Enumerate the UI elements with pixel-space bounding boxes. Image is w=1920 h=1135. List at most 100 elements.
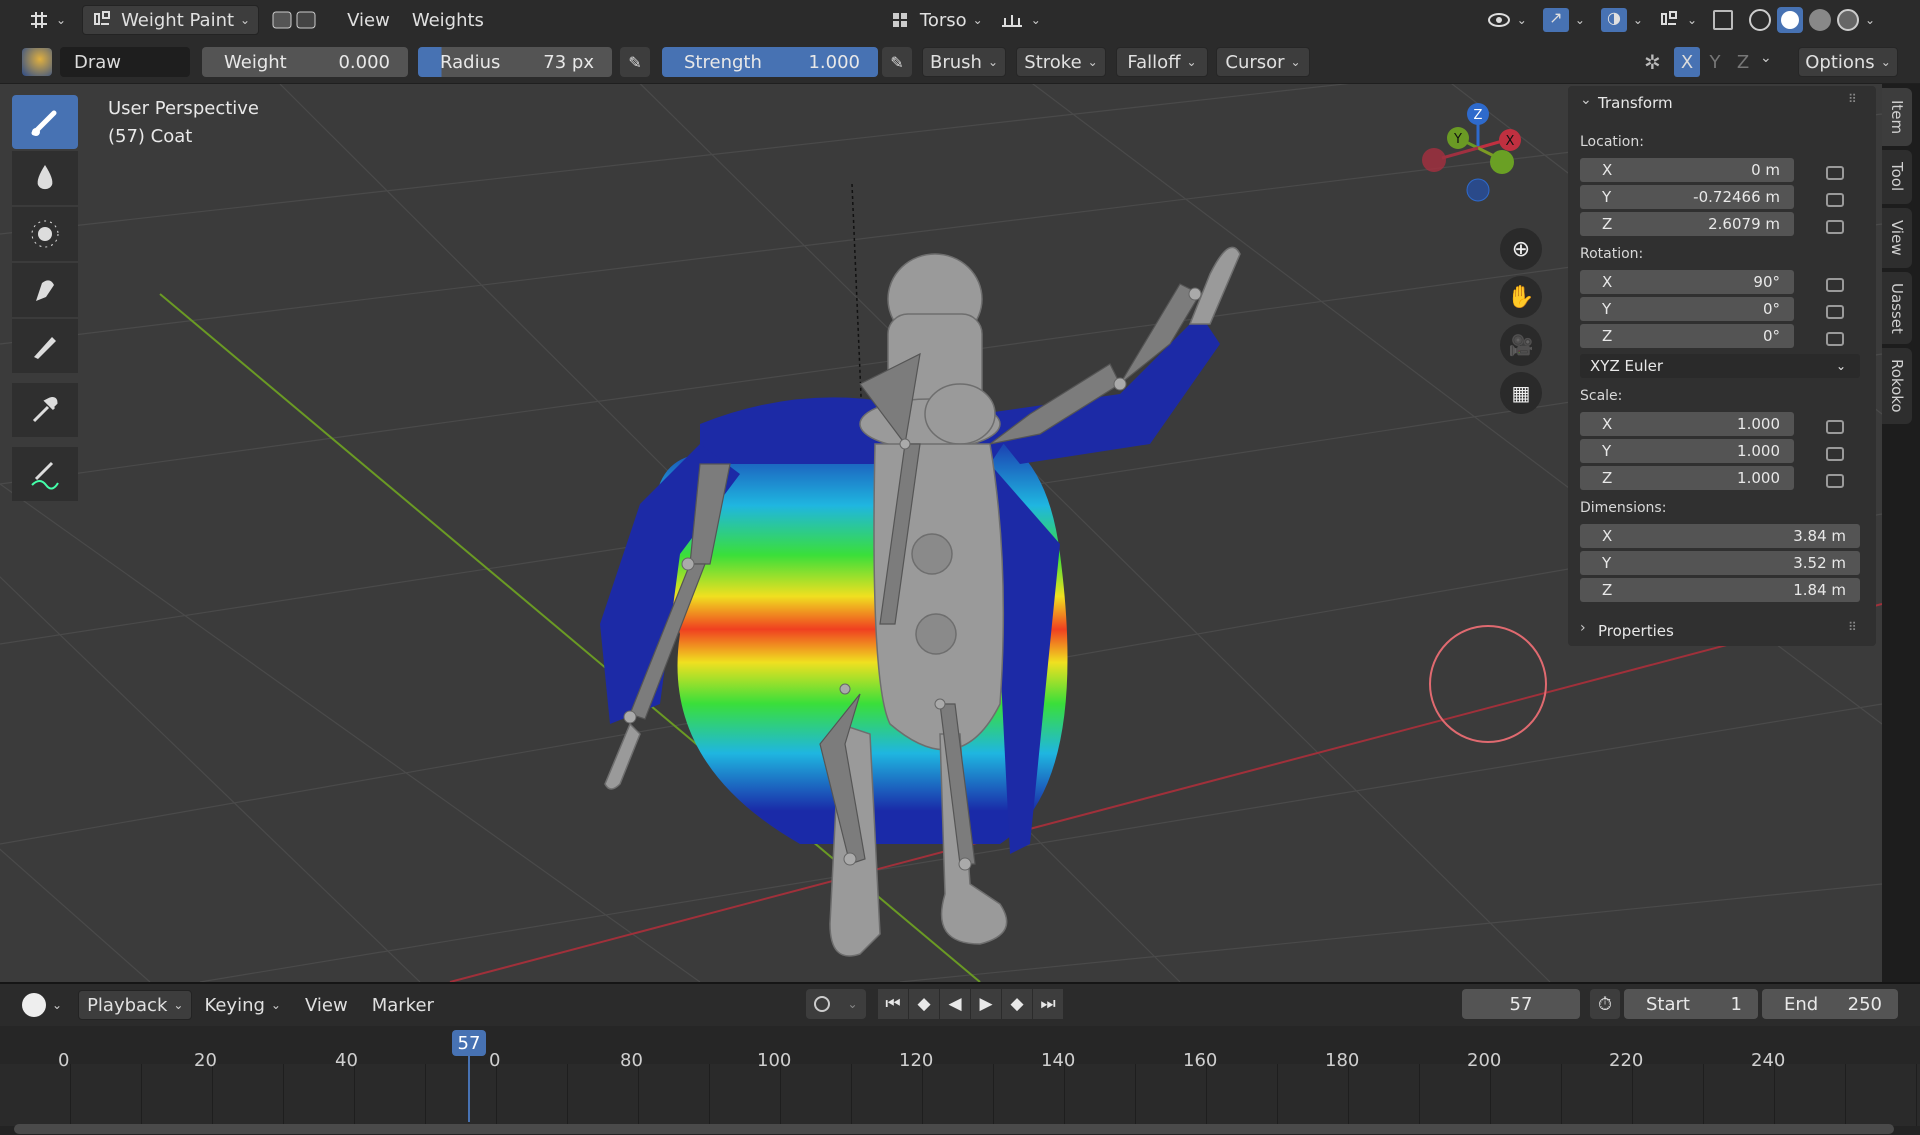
play-button[interactable]: ▶	[971, 989, 1001, 1019]
stroke-menu[interactable]: Stroke ⌄	[1016, 47, 1106, 77]
play-reverse-button[interactable]: ◀	[940, 989, 970, 1019]
ortho-toggle-button[interactable]: ▦	[1500, 372, 1542, 414]
location-z-field[interactable]: Z 2.6079 m	[1580, 212, 1794, 236]
rotation-mode-select[interactable]: XYZ Euler ⌄	[1580, 354, 1860, 378]
rotation-x-field[interactable]: X 90°	[1580, 270, 1794, 294]
gradient-tool[interactable]	[12, 319, 78, 373]
dimensions-z-field[interactable]: Z 1.84 m	[1580, 578, 1860, 602]
annotate-tool[interactable]	[12, 447, 78, 501]
falloff-menu[interactable]: Falloff ⌄	[1116, 47, 1208, 77]
brush-preview-icon[interactable]	[22, 48, 52, 76]
pan-button[interactable]: ✋	[1500, 276, 1542, 318]
xray-toggle[interactable]	[1705, 5, 1741, 35]
mirror-y-toggle[interactable]: Y	[1702, 47, 1728, 77]
strength-field[interactable]: Strength 1.000	[662, 47, 878, 77]
timeline-view-menu[interactable]: View	[297, 990, 356, 1020]
marker-menu[interactable]: Marker	[364, 990, 442, 1020]
weight-value: 0.000	[338, 51, 390, 73]
timeline-editor-type[interactable]: ⌄	[14, 990, 70, 1020]
rotation-y-field[interactable]: Y 0°	[1580, 297, 1794, 321]
menu-weights[interactable]: Weights	[404, 5, 492, 35]
location-y-field[interactable]: Y -0.72466 m	[1580, 185, 1794, 209]
lock-icon[interactable]	[1826, 220, 1844, 234]
rotation-z-field[interactable]: Z 0°	[1580, 324, 1794, 348]
lock-icon[interactable]	[1826, 332, 1844, 346]
overlay-toggle[interactable]: ◑ ⌄	[1593, 5, 1651, 35]
auto-key-button[interactable]: ⌄	[806, 989, 866, 1019]
start-frame-field[interactable]: Start 1	[1624, 989, 1758, 1019]
location-label: Location:	[1580, 134, 1644, 150]
current-frame-field[interactable]: 57	[1462, 989, 1580, 1019]
properties-expand-icon[interactable]: ›	[1580, 620, 1586, 636]
jump-end-button[interactable]: ⏭	[1033, 989, 1063, 1019]
mesh-edit-overlay[interactable]: ⌄	[1651, 5, 1705, 35]
radius-field[interactable]: Radius 73 px	[418, 47, 612, 77]
scale-z-field[interactable]: Z 1.000	[1580, 466, 1794, 490]
timeline-scrollbar[interactable]	[14, 1124, 1894, 1134]
drag-handle-icon[interactable]: ⠿	[1848, 92, 1857, 106]
brush-menu[interactable]: Brush ⌄	[922, 47, 1006, 77]
dimensions-y-field[interactable]: Y 3.52 m	[1580, 551, 1860, 575]
tab-uasset[interactable]: Uasset	[1882, 272, 1912, 344]
falloff-menu-label: Falloff	[1127, 51, 1181, 73]
tab-tool[interactable]: Tool	[1882, 150, 1912, 204]
dimensions-x-field[interactable]: X 3.84 m	[1580, 524, 1860, 548]
navigation-gizmo[interactable]: Z Y X	[1406, 98, 1526, 218]
lock-icon[interactable]	[1826, 447, 1844, 461]
lock-icon[interactable]	[1826, 193, 1844, 207]
brush-name-field[interactable]: Draw	[60, 47, 190, 77]
playback-menu[interactable]: Playback ⌄	[78, 990, 193, 1020]
preview-range-toggle[interactable]: ⏱	[1590, 989, 1620, 1019]
drag-handle-icon[interactable]: ⠿	[1848, 620, 1857, 634]
weight-field[interactable]: Weight 0.000	[202, 47, 408, 77]
mirror-x-toggle[interactable]: X	[1674, 47, 1700, 77]
editor-type-button[interactable]: ⌄	[20, 5, 74, 35]
timeline-track-area[interactable]	[0, 1064, 1920, 1126]
prev-keyframe-button[interactable]: ◆	[909, 989, 939, 1019]
lock-icon[interactable]	[1826, 305, 1844, 319]
mode-select[interactable]: Weight Paint ⌄	[82, 5, 260, 35]
smear-tool[interactable]	[12, 263, 78, 317]
mask-toggle-group[interactable]	[263, 5, 327, 35]
menu-view[interactable]: View	[339, 5, 398, 35]
visibility-select[interactable]: ⌄	[1479, 5, 1535, 35]
blur-tool[interactable]	[12, 151, 78, 205]
tab-item[interactable]: Item	[1882, 88, 1912, 146]
location-x-field[interactable]: X 0 m	[1580, 158, 1794, 182]
tab-view[interactable]: View	[1882, 208, 1912, 268]
keying-menu[interactable]: Keying ⌄	[196, 990, 289, 1020]
lock-icon[interactable]	[1826, 474, 1844, 488]
properties-title[interactable]: Properties	[1598, 622, 1674, 640]
mirror-z-toggle[interactable]: Z	[1730, 47, 1756, 77]
camera-view-button[interactable]: 🎥	[1500, 324, 1542, 366]
symmetry-select[interactable]: ⌄	[991, 5, 1049, 35]
lock-icon[interactable]	[1826, 420, 1844, 434]
overlay-icon: ◑	[1600, 8, 1627, 32]
tab-rokoko[interactable]: Rokoko	[1882, 348, 1912, 424]
radius-value: 73 px	[543, 51, 594, 73]
radius-pressure-button[interactable]: ✎	[620, 47, 650, 77]
draw-tool[interactable]	[12, 95, 78, 149]
playhead[interactable]: 57	[452, 1030, 486, 1056]
jump-start-button[interactable]: ⏮	[878, 989, 908, 1019]
vertex-group-select[interactable]: Torso ⌄	[882, 5, 991, 35]
lock-icon[interactable]	[1826, 166, 1844, 180]
average-tool[interactable]	[12, 207, 78, 261]
transform-collapse-icon[interactable]: ⌄	[1580, 92, 1592, 108]
scale-x-field[interactable]: X 1.000	[1580, 412, 1794, 436]
lock-icon[interactable]	[1826, 278, 1844, 292]
stopwatch-icon: ⏱	[1597, 993, 1613, 1015]
end-frame-field[interactable]: End 250	[1762, 989, 1898, 1019]
scale-y-field[interactable]: Y 1.000	[1580, 439, 1794, 463]
gizmo-toggle[interactable]: ↗ ⌄	[1535, 5, 1593, 35]
sample-weight-tool[interactable]	[12, 383, 78, 437]
mirror-options-dropdown[interactable]: ⌄	[1760, 50, 1772, 66]
strength-pressure-button[interactable]: ✎	[882, 47, 912, 77]
options-menu[interactable]: Options ⌄	[1798, 47, 1898, 77]
symmetry-icon	[1001, 15, 1022, 27]
xray-icon	[1713, 10, 1734, 30]
next-keyframe-button[interactable]: ◆	[1002, 989, 1032, 1019]
zoom-button[interactable]: ⊕	[1500, 228, 1542, 270]
cursor-menu[interactable]: Cursor ⌄	[1216, 47, 1310, 77]
shading-modes[interactable]: ⌄	[1741, 5, 1883, 35]
